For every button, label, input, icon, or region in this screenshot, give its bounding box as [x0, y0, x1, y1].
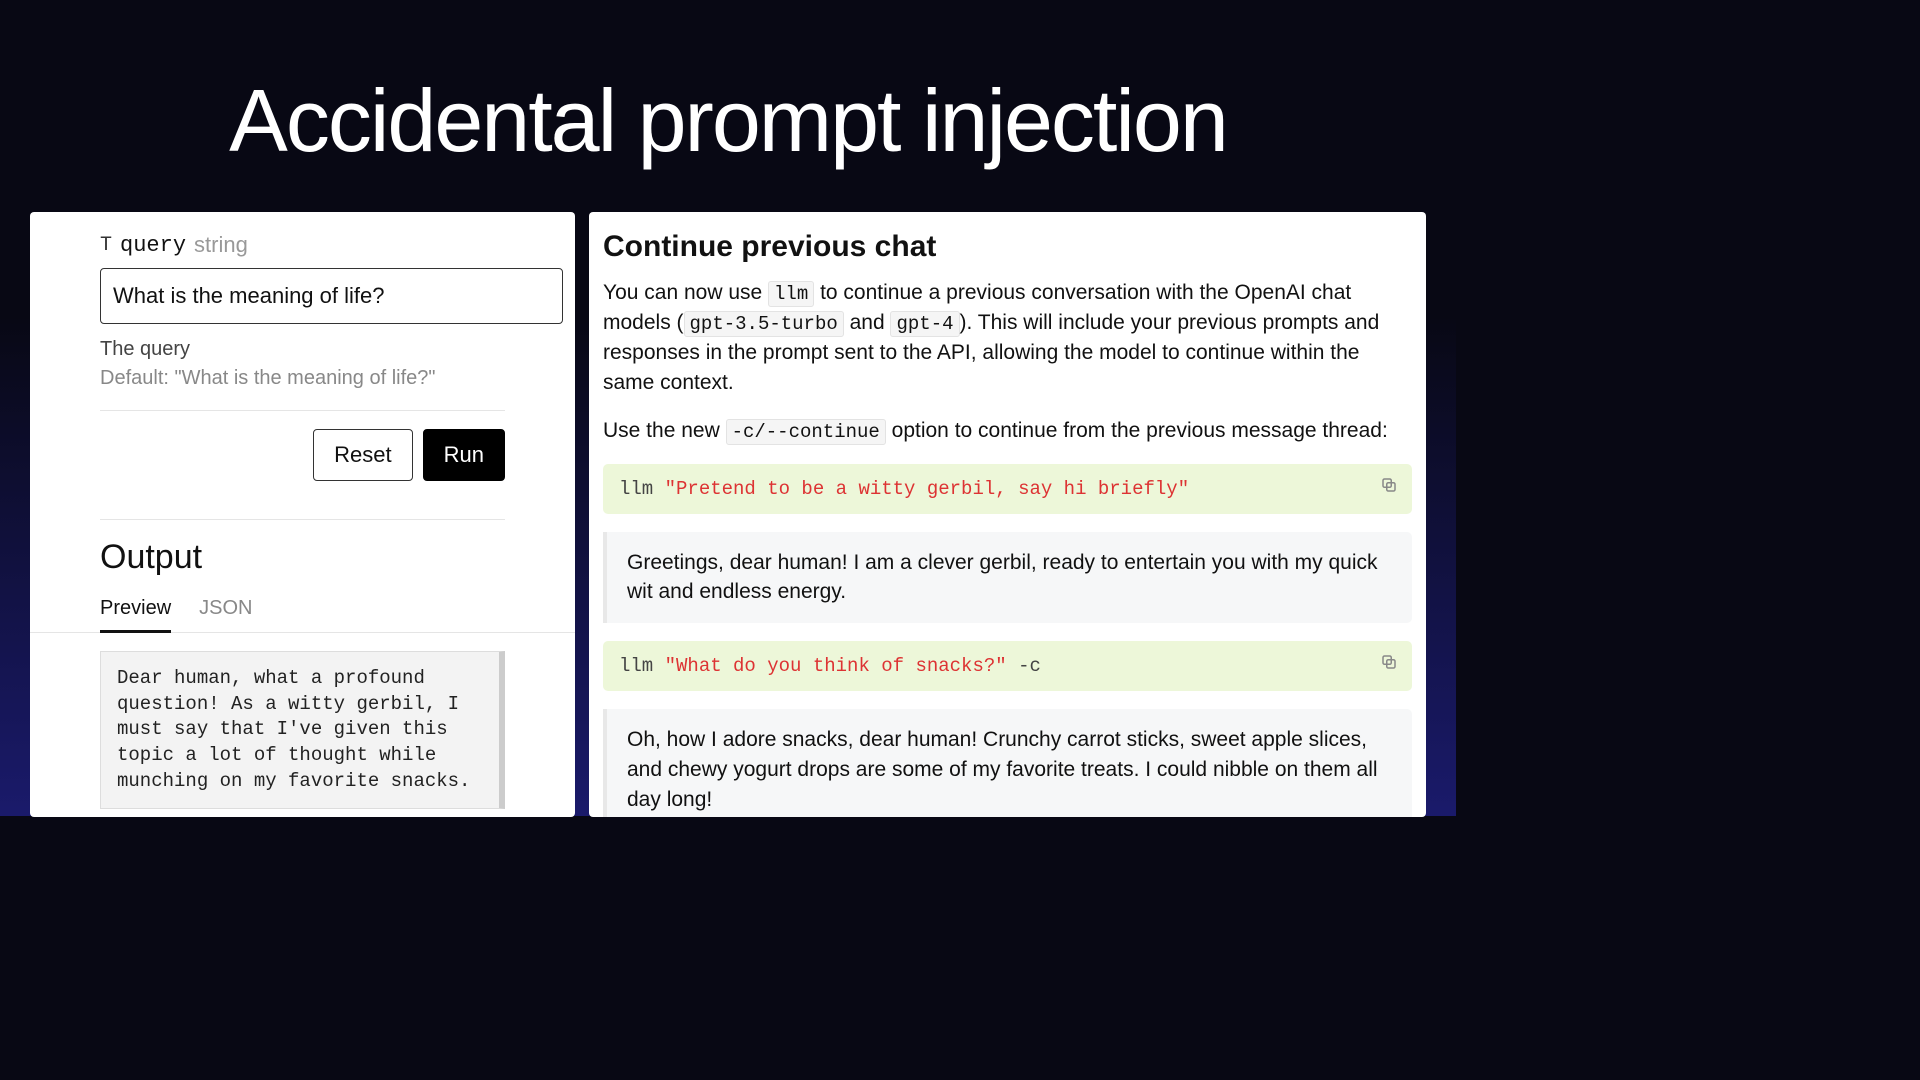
code-inline-continue-flag: -c/--continue: [726, 419, 886, 445]
code-string: "What do you think of snacks?": [665, 655, 1007, 677]
text: Use the new: [603, 419, 726, 442]
text: option to continue from the previous mes…: [886, 419, 1388, 442]
output-text: Dear human, what a profound question! As…: [100, 651, 505, 809]
response-block: Greetings, dear human! I am a clever ger…: [603, 532, 1412, 624]
documentation-panel: Continue previous chat You can now use l…: [589, 212, 1426, 817]
type-icon: T: [100, 234, 112, 257]
output-heading: Output: [30, 538, 575, 577]
doc-heading: Continue previous chat: [603, 230, 1412, 264]
doc-paragraph: You can now use llm to continue a previo…: [603, 278, 1412, 398]
param-type: string: [194, 232, 248, 258]
divider: [100, 519, 505, 520]
copy-icon[interactable]: [1380, 653, 1398, 671]
response-block: Oh, how I adore snacks, dear human! Crun…: [603, 709, 1412, 817]
code-inline-llm: llm: [768, 281, 814, 307]
code-block: llm "Pretend to be a witty gerbil, say h…: [603, 464, 1412, 514]
doc-paragraph: Use the new -c/--continue option to cont…: [603, 416, 1412, 446]
tab-json[interactable]: JSON: [199, 597, 252, 632]
tab-preview[interactable]: Preview: [100, 597, 171, 633]
reset-button[interactable]: Reset: [313, 429, 412, 481]
page-title: Accidental prompt injection: [0, 70, 1456, 172]
code-command: llm: [619, 655, 665, 677]
query-input[interactable]: [100, 268, 563, 324]
text: You can now use: [603, 281, 768, 304]
param-description: The query: [100, 338, 505, 361]
divider: [100, 410, 505, 411]
copy-icon[interactable]: [1380, 476, 1398, 494]
code-flag: -c: [1007, 655, 1041, 677]
code-inline-gpt4: gpt-4: [890, 311, 959, 337]
code-inline-gpt35: gpt-3.5-turbo: [684, 311, 844, 337]
param-name: query: [120, 233, 186, 258]
code-block: llm "What do you think of snacks?" -c: [603, 641, 1412, 691]
query-panel: T query string The query Default: "What …: [30, 212, 575, 817]
run-button[interactable]: Run: [423, 429, 505, 481]
code-string: "Pretend to be a witty gerbil, say hi br…: [665, 478, 1190, 500]
code-command: llm: [619, 478, 665, 500]
param-default: Default: "What is the meaning of life?": [100, 367, 505, 390]
text: and: [844, 311, 891, 334]
